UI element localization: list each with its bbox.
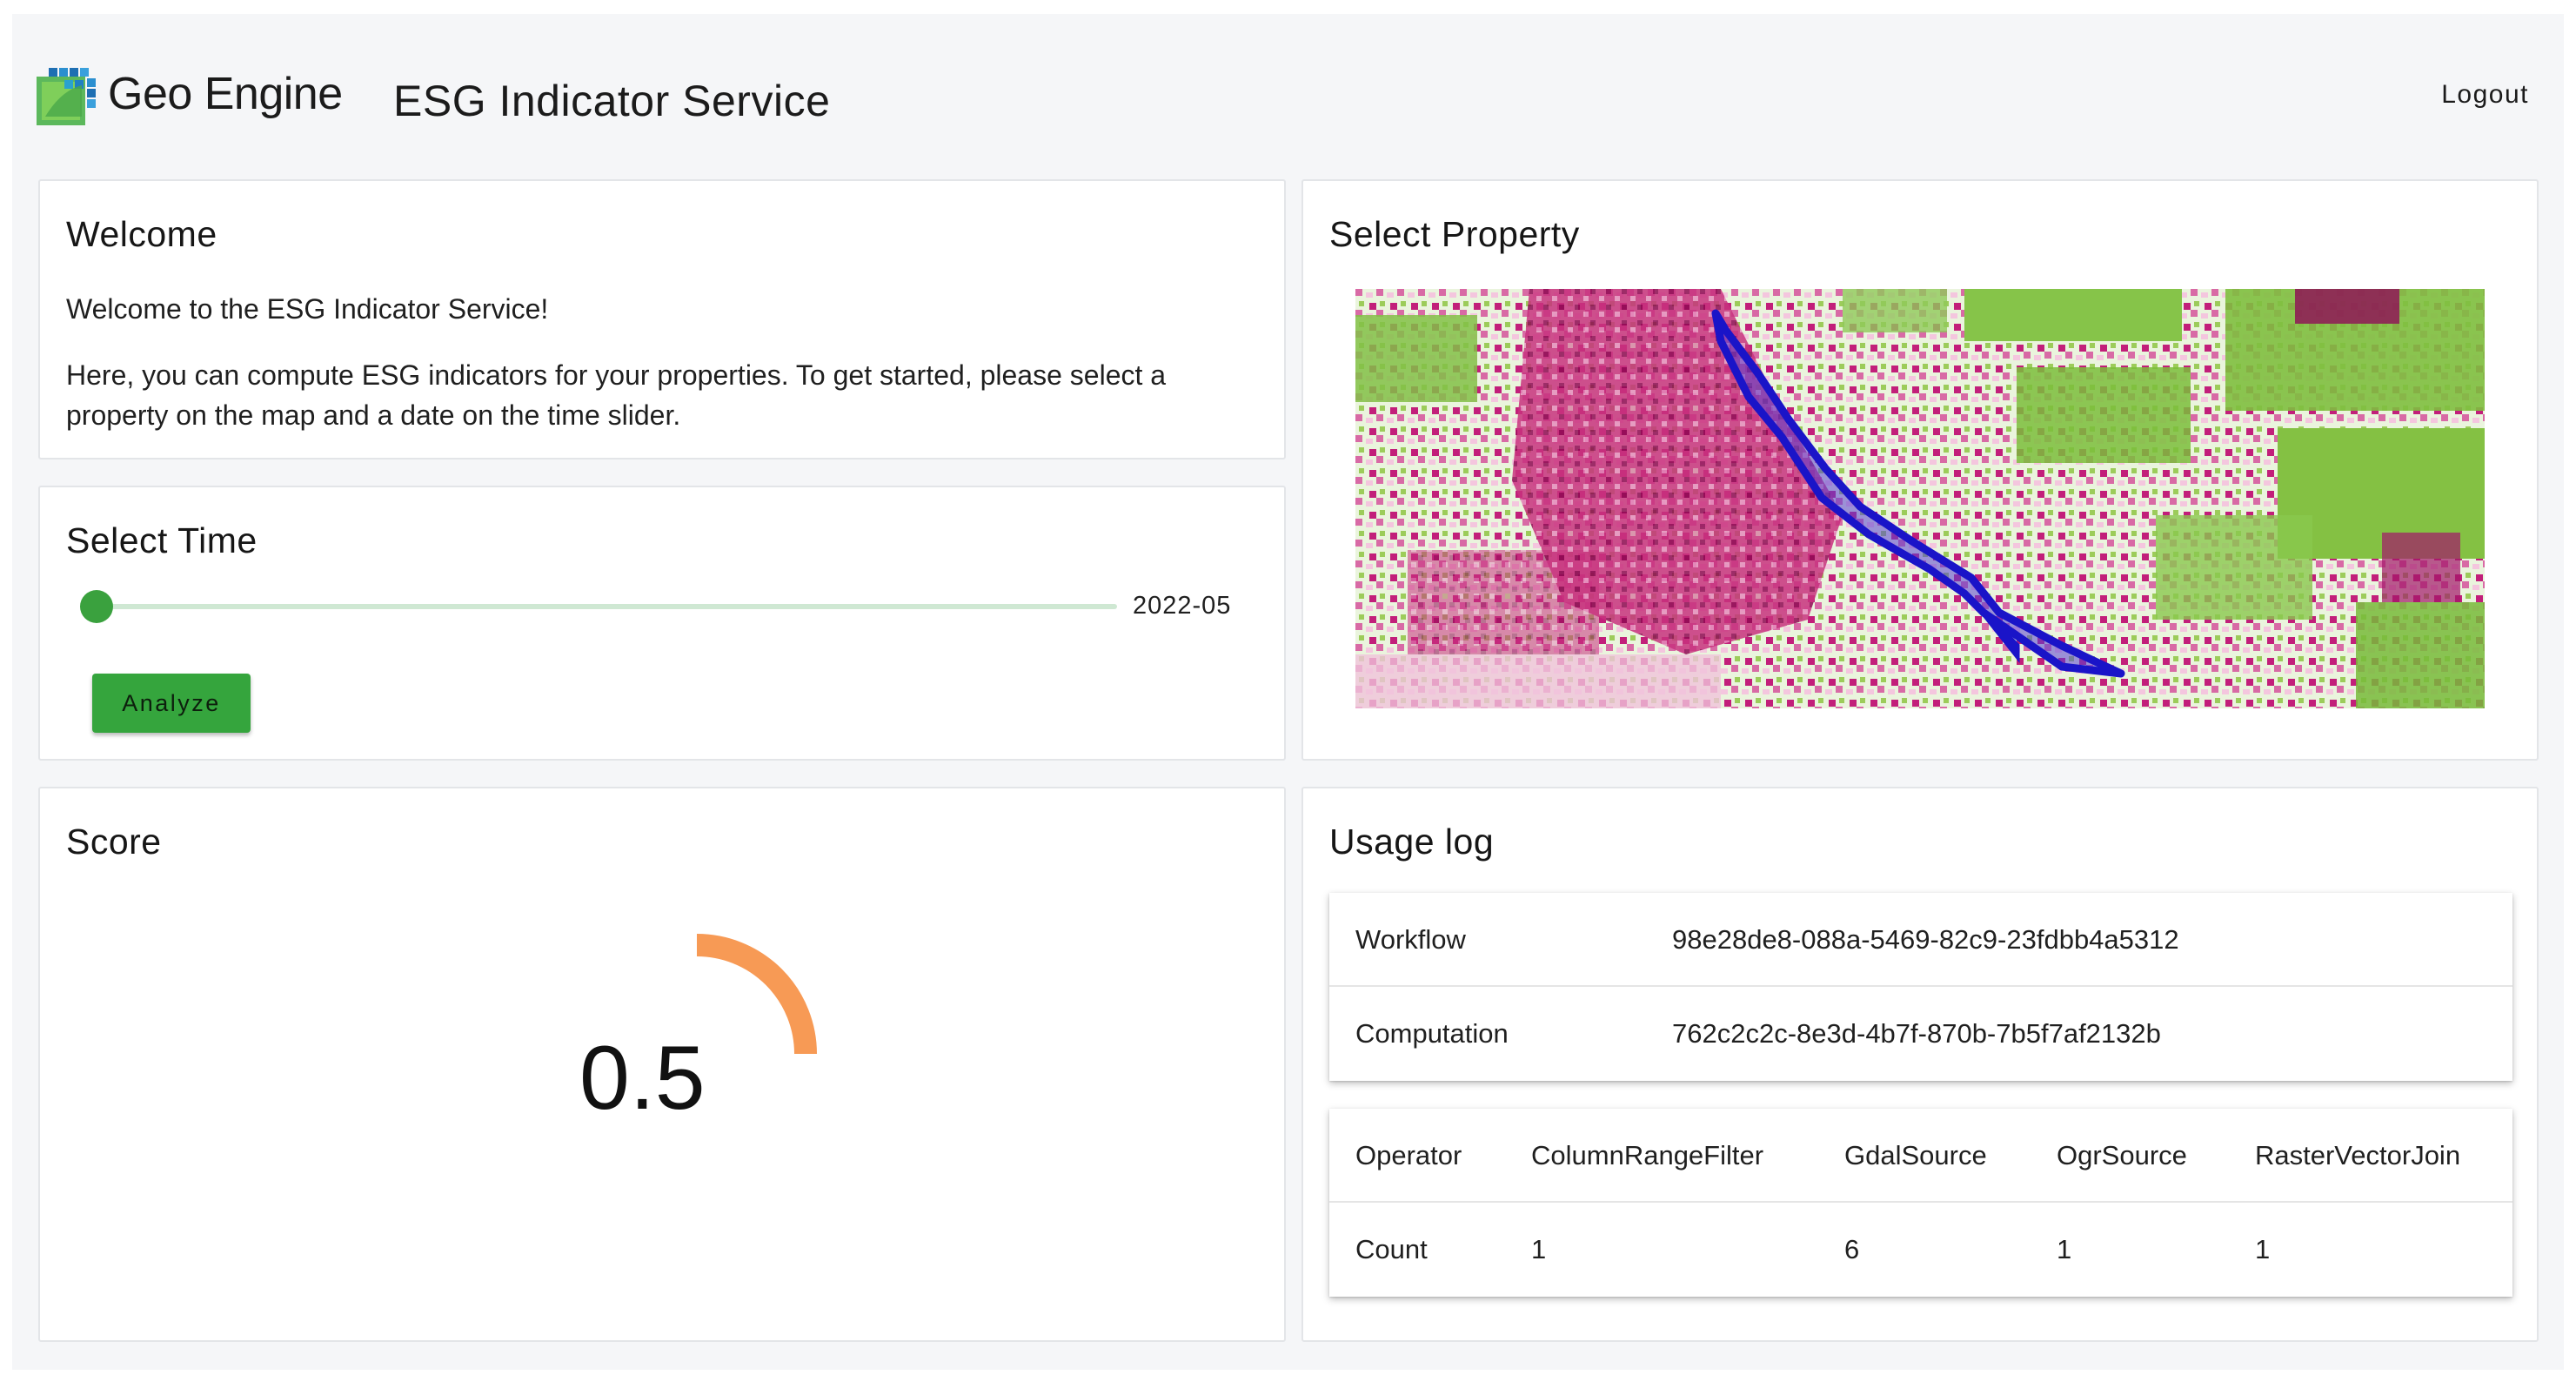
app-header: Geo Engine ESG Indicator Service Logout	[12, 14, 2564, 179]
table-cell: 1	[1531, 1234, 1547, 1264]
property-map[interactable]	[1355, 289, 2485, 708]
column-header: OgrSource	[2057, 1140, 2187, 1170]
score-card: Score 0.5	[38, 787, 1286, 1342]
usage-log-title: Usage log	[1329, 822, 1495, 862]
time-slider-value: 2022-05	[1133, 592, 1232, 620]
table-header-row: Operator ColumnRangeFilter GdalSource Og…	[1329, 1109, 2512, 1203]
operator-count-table: Operator ColumnRangeFilter GdalSource Og…	[1329, 1109, 2512, 1297]
computation-id: 762c2c2c-8e3d-4b7f-870b-7b5f7af2132b	[1672, 1018, 2161, 1049]
table-row: Workflow 98e28de8-088a-5469-82c9-23fdbb4…	[1329, 893, 2512, 987]
score-title: Score	[66, 822, 162, 862]
select-property-card: Select Property	[1301, 179, 2539, 761]
usage-log-card: Usage log Workflow 98e28de8-088a-5469-82…	[1301, 787, 2539, 1342]
welcome-instructions-line-1: Here, you can compute ESG indicators for…	[66, 359, 1167, 391]
table-row: Computation 762c2c2c-8e3d-4b7f-870b-7b5f…	[1329, 987, 2512, 1081]
welcome-title: Welcome	[66, 214, 217, 254]
logout-button[interactable]: Logout	[2441, 80, 2529, 110]
time-slider-thumb[interactable]	[80, 590, 113, 623]
usage-ids-table: Workflow 98e28de8-088a-5469-82c9-23fdbb4…	[1329, 893, 2512, 1081]
brand-name: Geo Engine	[108, 69, 343, 119]
column-header: ColumnRangeFilter	[1531, 1140, 1764, 1170]
column-header: Operator	[1355, 1140, 1462, 1170]
analyze-button[interactable]: Analyze	[92, 674, 251, 733]
score-value: 0.5	[579, 1028, 706, 1129]
table-cell: 6	[1844, 1234, 1860, 1264]
score-gauge: 0.5	[579, 934, 817, 1129]
app-title: ESG Indicator Service	[393, 77, 831, 125]
score-gauge-arc	[696, 934, 817, 1055]
time-slider-track[interactable]	[94, 604, 1117, 609]
select-property-title: Select Property	[1329, 214, 1580, 254]
table-row: Count 1 6 1 1	[1329, 1203, 2512, 1297]
column-header: GdalSource	[1844, 1140, 1987, 1170]
row-label: Count	[1355, 1234, 1428, 1264]
welcome-line: Welcome to the ESG Indicator Service!	[66, 293, 549, 325]
table-cell: 1	[2255, 1234, 2271, 1264]
map-canvas[interactable]	[1355, 289, 2485, 708]
select-time-card: Select Time 2022-05 Analyze	[38, 486, 1286, 761]
welcome-instructions-line-2: property on the map and a date on the ti…	[66, 399, 681, 431]
app-frame: Geo Engine ESG Indicator Service Logout …	[12, 14, 2564, 1370]
workflow-id: 98e28de8-088a-5469-82c9-23fdbb4a5312	[1672, 924, 2179, 955]
welcome-card: Welcome Welcome to the ESG Indicator Ser…	[38, 179, 1286, 459]
select-time-title: Select Time	[66, 520, 258, 560]
row-label: Workflow	[1355, 924, 1466, 955]
column-header: RasterVectorJoin	[2255, 1140, 2461, 1170]
geo-engine-logo-icon	[37, 68, 96, 125]
row-label: Computation	[1355, 1018, 1509, 1049]
table-cell: 1	[2057, 1234, 2072, 1264]
